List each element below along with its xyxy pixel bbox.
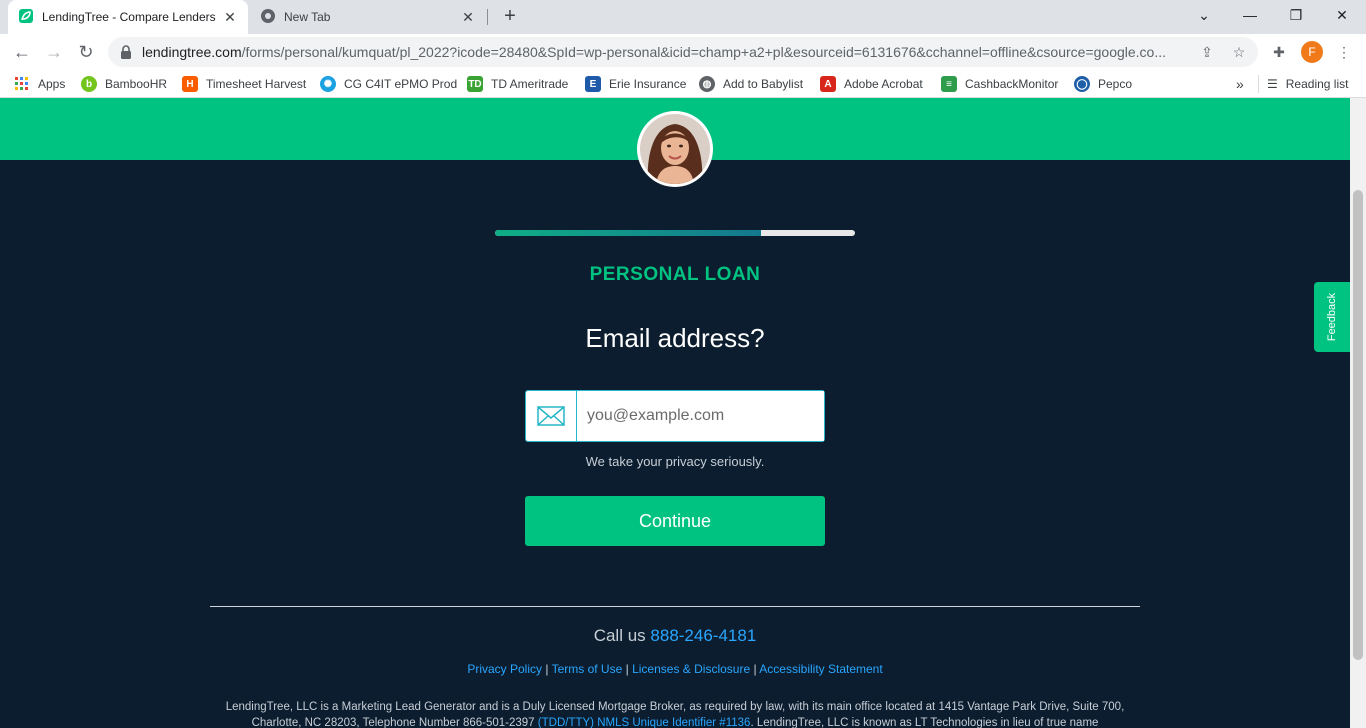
link-separator: | xyxy=(545,662,549,676)
scrollbar-thumb[interactable] xyxy=(1353,190,1363,660)
page-scrollbar[interactable] xyxy=(1350,98,1366,728)
footer-divider xyxy=(210,606,1140,607)
licenses-disclosure-link[interactable]: Licenses & Disclosure xyxy=(632,662,750,676)
back-arrow-icon[interactable]: ← xyxy=(8,38,36,66)
bookmark-label: Pepco xyxy=(1098,77,1133,91)
privacy-policy-link[interactable]: Privacy Policy xyxy=(467,662,542,676)
bookmark-star-icon[interactable]: ☆ xyxy=(1230,43,1248,61)
bookmark-label: Adobe Acrobat xyxy=(844,77,923,91)
call-us-line: Call us 888-246-4181 xyxy=(0,626,1350,646)
tdd-tty-link[interactable]: (TDD/TTY) xyxy=(538,717,594,728)
agent-avatar xyxy=(637,111,713,187)
bookmark-td-ameritrade[interactable]: TD TD Ameritrade xyxy=(467,75,568,93)
feedback-tab[interactable]: Feedback xyxy=(1314,282,1350,352)
tab-title: New Tab xyxy=(284,10,331,24)
td-icon: TD xyxy=(467,76,483,92)
url-text[interactable]: lendingtree.com/forms/personal/kumquat/p… xyxy=(142,44,1182,60)
footer-links: Privacy Policy | Terms of Use | Licenses… xyxy=(0,662,1350,676)
form-progress-bar xyxy=(495,230,855,236)
extensions-puzzle-icon[interactable]: ✚ xyxy=(1270,43,1288,61)
bookmark-label: CashbackMonitor xyxy=(965,77,1059,91)
bookmark-erie-insurance[interactable]: E Erie Insurance xyxy=(585,75,686,93)
acrobat-icon: A xyxy=(820,76,836,92)
bookmark-cashbackmonitor[interactable]: ≡ CashbackMonitor xyxy=(941,75,1058,93)
tab-new-tab[interactable]: New Tab ✕ xyxy=(250,0,486,34)
bookmark-bamboohr[interactable]: b BambooHR xyxy=(81,75,167,93)
email-field[interactable] xyxy=(525,390,825,442)
bookmark-label: Timesheet Harvest xyxy=(206,77,307,91)
minimize-icon[interactable]: — xyxy=(1227,0,1273,30)
accessibility-statement-link[interactable]: Accessibility Statement xyxy=(759,662,882,676)
cashback-icon: ≡ xyxy=(941,76,957,92)
url-host: lendingtree.com xyxy=(142,44,242,60)
apps-grid-icon xyxy=(14,76,30,92)
tab-strip: LendingTree - Compare Lenders ✕ New Tab … xyxy=(0,0,1366,34)
nmls-link[interactable]: NMLS Unique Identifier #1136 xyxy=(597,717,750,728)
bookmark-adobe-acrobat[interactable]: A Adobe Acrobat xyxy=(820,75,923,93)
privacy-note: We take your privacy seriously. xyxy=(585,454,765,469)
bookmark-apps[interactable]: Apps xyxy=(14,75,65,93)
bookmarks-overflow-icon[interactable]: » xyxy=(1236,75,1244,93)
erie-icon: E xyxy=(585,76,601,92)
email-input[interactable] xyxy=(577,391,824,441)
pepco-icon: ◯ xyxy=(1074,76,1090,92)
bookmark-label: Apps xyxy=(38,77,66,91)
harvest-icon: H xyxy=(182,76,198,92)
bookmark-pepco[interactable]: ◯ Pepco xyxy=(1074,75,1132,93)
close-window-icon[interactable]: ✕ xyxy=(1319,0,1365,30)
envelope-icon xyxy=(526,391,577,441)
loan-type-heading: PERSONAL LOAN xyxy=(589,264,761,285)
cg-icon: ✺ xyxy=(320,76,336,92)
bookmark-cg-c4it[interactable]: ✺ CG C4IT ePMO Prod xyxy=(320,75,457,93)
address-bar[interactable]: lendingtree.com/forms/personal/kumquat/p… xyxy=(108,37,1258,67)
terms-of-use-link[interactable]: Terms of Use xyxy=(552,662,623,676)
reading-list-label: Reading list xyxy=(1285,77,1349,91)
form-progress-fill xyxy=(495,230,762,236)
tab-separator xyxy=(487,9,488,25)
reload-icon[interactable]: ↻ xyxy=(72,38,100,66)
link-separator: | xyxy=(753,662,757,676)
bookmark-babylist[interactable]: ◍ Add to Babylist xyxy=(699,75,803,93)
bookmark-label: Add to Babylist xyxy=(723,77,804,91)
tab-search-icon[interactable]: ⌄ xyxy=(1181,0,1227,30)
tab-title: LendingTree - Compare Lenders xyxy=(42,10,216,24)
url-path: /forms/personal/kumquat/pl_2022?icode=28… xyxy=(241,44,1167,60)
call-us-label: Call us xyxy=(593,626,646,645)
feedback-label: Feedback xyxy=(1326,292,1338,342)
restore-icon[interactable]: ❐ xyxy=(1273,0,1319,30)
bamboohr-icon: b xyxy=(81,76,97,92)
lendingtree-favicon-icon xyxy=(18,8,34,27)
reading-list-button[interactable]: ☰ Reading list xyxy=(1258,75,1348,93)
bookmarks-bar: Apps b BambooHR H Timesheet Harvest ✺ CG… xyxy=(0,70,1366,98)
tab-lendingtree[interactable]: LendingTree - Compare Lenders ✕ xyxy=(8,0,248,34)
bookmark-label: Erie Insurance xyxy=(609,77,687,91)
phone-link[interactable]: 888-246-4181 xyxy=(650,626,756,645)
forward-arrow-icon[interactable]: → xyxy=(40,38,68,66)
chrome-favicon-icon xyxy=(260,8,276,27)
legal-disclaimer: LendingTree, LLC is a Marketing Lead Gen… xyxy=(210,699,1140,728)
more-menu-icon[interactable]: ⋮ xyxy=(1335,43,1353,61)
continue-button[interactable]: Continue xyxy=(525,496,825,546)
browser-toolbar: ← → ↻ lendingtree.com/forms/personal/kum… xyxy=(0,34,1366,70)
lock-icon xyxy=(120,45,132,59)
globe-icon: ◍ xyxy=(699,76,715,92)
bookmark-label: TD Ameritrade xyxy=(491,77,569,91)
bookmark-label: CG C4IT ePMO Prod xyxy=(344,77,458,91)
page-content: PERSONAL LOAN Email address? We take you… xyxy=(0,98,1350,728)
bookmark-label: BambooHR xyxy=(105,77,168,91)
bookmark-harvest[interactable]: H Timesheet Harvest xyxy=(182,75,306,93)
question-heading: Email address? xyxy=(585,323,765,353)
share-icon[interactable]: ⇪ xyxy=(1198,43,1216,61)
new-tab-button[interactable]: + xyxy=(499,5,521,29)
reading-list-icon: ☰ xyxy=(1267,77,1278,91)
link-separator: | xyxy=(625,662,629,676)
close-tab-icon[interactable]: ✕ xyxy=(222,9,238,26)
legal-text-continued: . LendingTree, LLC is known as LT Techno… xyxy=(750,717,1099,728)
profile-avatar[interactable]: F xyxy=(1301,41,1323,63)
close-tab-icon[interactable]: ✕ xyxy=(460,9,476,26)
